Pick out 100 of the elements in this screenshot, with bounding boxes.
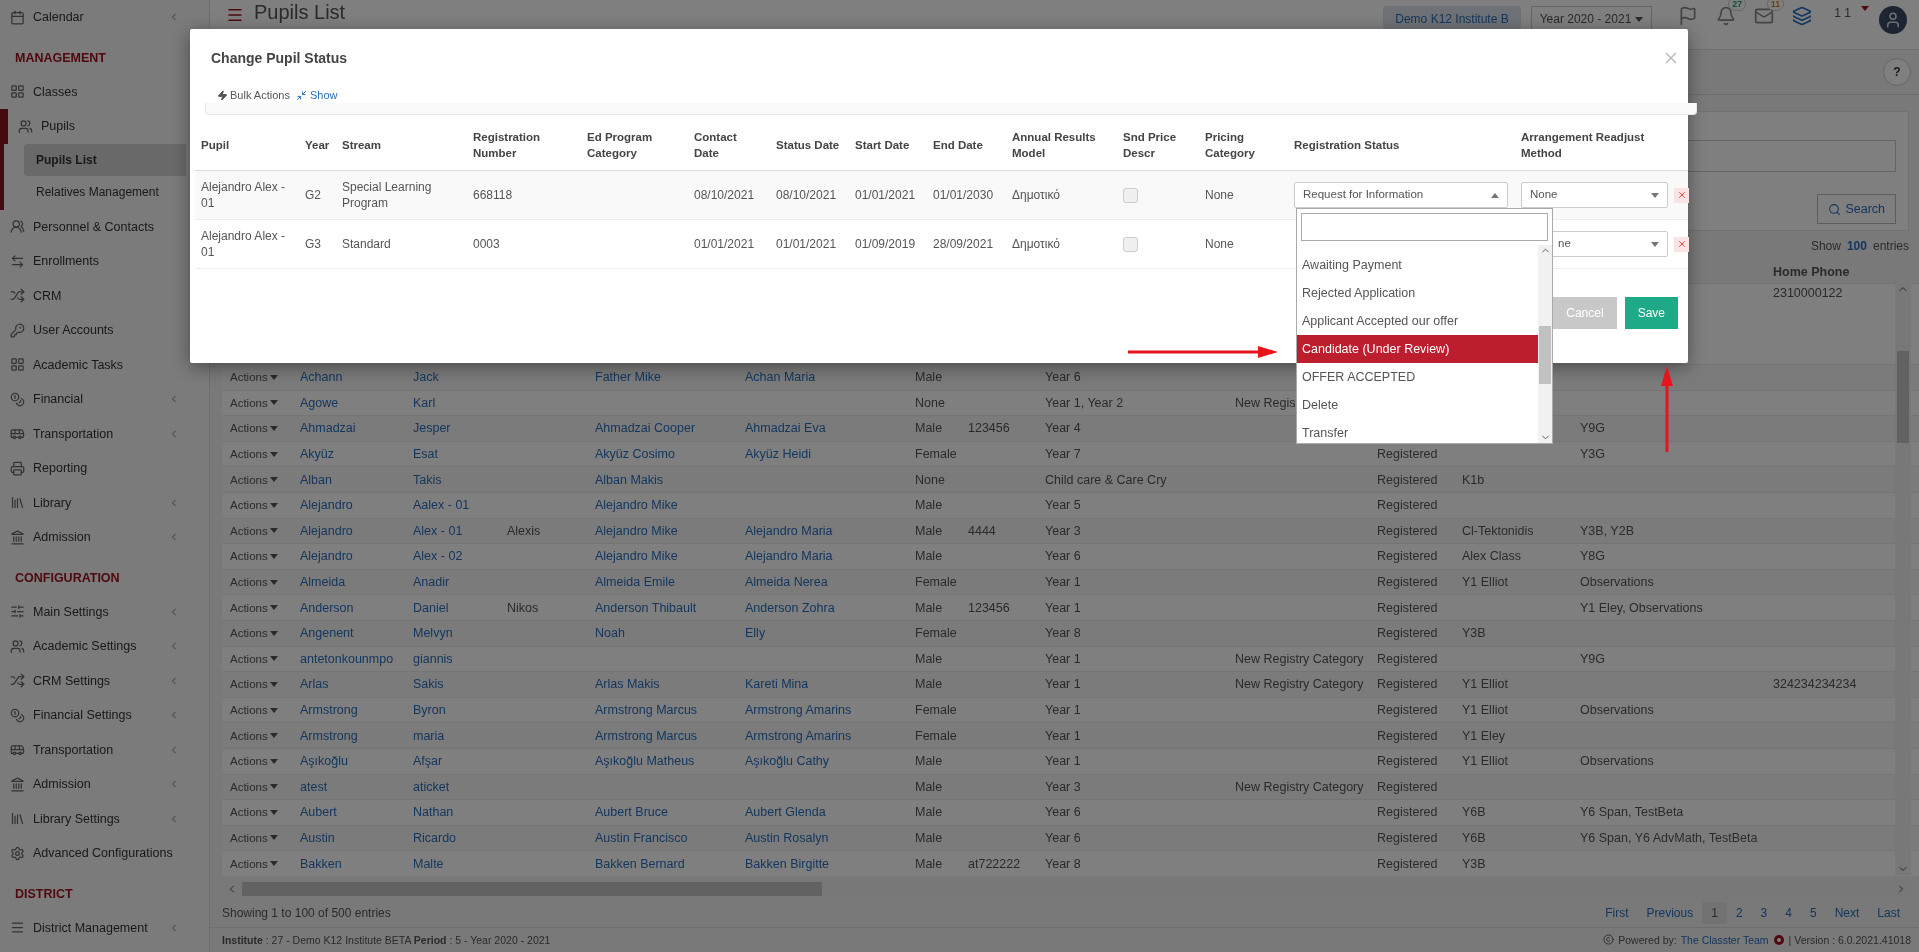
table-link[interactable]: Noah <box>595 626 625 641</box>
scrollbar[interactable] <box>1538 245 1552 443</box>
table-link[interactable]: Takis <box>413 472 442 487</box>
table-link[interactable]: Arlas <box>300 677 329 692</box>
table-link[interactable]: Aubert Bruce <box>595 805 668 820</box>
table-link[interactable]: Armstrong <box>300 703 358 717</box>
table-link[interactable]: giannis <box>413 651 453 666</box>
table-link[interactable]: Achan Maria <box>745 370 816 385</box>
table-link[interactable]: Alex - 01 <box>413 523 463 538</box>
table-link[interactable]: Alejandro <box>300 498 353 513</box>
table-link[interactable]: Aşıkoğlu Cathy <box>745 754 830 769</box>
sidebar-item[interactable]: Transportation <box>0 732 186 767</box>
sidebar-subitem[interactable]: Relatives Management <box>24 175 186 208</box>
team-link[interactable]: The Classter Team <box>1680 933 1769 946</box>
table-link[interactable]: Anderson <box>300 600 354 615</box>
institute-button[interactable]: Demo K12 Institute B <box>1383 6 1521 32</box>
table-link[interactable]: Alejandro Mike <box>595 498 678 513</box>
actions-button[interactable]: Actions <box>230 499 278 512</box>
table-link[interactable]: Sakis <box>413 677 444 692</box>
actions-button[interactable]: Actions <box>230 576 278 589</box>
table-link[interactable]: Anderson Zohra <box>745 600 835 615</box>
flag-icon[interactable] <box>1678 6 1699 26</box>
page-link[interactable]: 2 <box>1726 902 1752 925</box>
dropdown-search-field[interactable] <box>1301 213 1548 241</box>
table-link[interactable]: Akyüz <box>300 447 335 462</box>
table-link[interactable]: Esat <box>413 447 438 462</box>
table-link[interactable]: Alejandro Maria <box>745 523 833 538</box>
sidebar-item[interactable]: Financial Settings <box>0 698 186 733</box>
table-link[interactable]: Nathan <box>413 805 454 820</box>
sidebar-item[interactable]: Financial <box>0 382 186 417</box>
table-link[interactable]: Angenent <box>300 626 354 641</box>
table-link[interactable]: Achann <box>300 370 343 385</box>
status-select[interactable]: Request for Information <box>1294 182 1508 208</box>
scrollbar-thumb[interactable] <box>1539 326 1551 384</box>
actions-button[interactable]: Actions <box>230 473 278 486</box>
table-link[interactable]: Armstrong Marcus <box>595 703 698 717</box>
table-link[interactable]: Austin <box>300 831 335 845</box>
table-link[interactable]: Alejandro <box>300 549 353 564</box>
sidebar-item[interactable]: Advanced Configurations <box>0 836 186 871</box>
table-link[interactable]: Aubert <box>300 805 337 820</box>
table-link[interactable]: Jesper <box>413 421 451 436</box>
table-link[interactable]: maria <box>413 728 445 743</box>
dropdown-option[interactable]: OFFER ACCEPTED <box>1297 363 1538 391</box>
table-link[interactable]: Ahmadzai Cooper <box>595 421 696 436</box>
sidebar-item[interactable]: CRM Settings <box>0 663 186 698</box>
page-link[interactable]: First <box>1596 902 1638 925</box>
page-size-select[interactable]: 100 <box>1846 239 1867 253</box>
table-link[interactable]: Alejandro <box>300 523 353 538</box>
table-link[interactable]: Bakken Bernard <box>595 856 685 871</box>
table-link[interactable]: Austin Rosalyn <box>745 831 829 845</box>
table-link[interactable]: Ricardo <box>413 831 457 845</box>
table-link[interactable]: Akyüz Heidi <box>745 447 811 462</box>
table-link[interactable]: Agowe <box>300 395 339 410</box>
table-link[interactable]: Alejandro Maria <box>745 549 833 564</box>
actions-button[interactable]: Actions <box>230 396 278 409</box>
table-link[interactable]: Father Mike <box>595 370 661 385</box>
dropdown-option[interactable]: Transfer <box>1297 419 1538 443</box>
actions-button[interactable]: Actions <box>230 448 278 461</box>
table-link[interactable]: Aalex - 01 <box>413 498 470 513</box>
sidebar-item[interactable]: Reporting <box>0 451 186 486</box>
table-link[interactable]: Byron <box>413 703 446 717</box>
page-link[interactable]: 4 <box>1776 902 1801 925</box>
page-link[interactable]: Last <box>1868 902 1909 925</box>
actions-button[interactable]: Actions <box>230 371 278 384</box>
avatar[interactable] <box>1879 6 1907 34</box>
sidebar-item[interactable]: CRM <box>0 278 186 313</box>
table-link[interactable]: Akyüz Cosimo <box>595 447 675 462</box>
table-link[interactable]: Jack <box>413 370 439 385</box>
save-button[interactable]: Save <box>1624 297 1678 329</box>
page-link[interactable]: 3 <box>1751 902 1777 925</box>
table-link[interactable]: Afşar <box>413 754 443 769</box>
layers-icon[interactable] <box>1792 6 1813 26</box>
actions-button[interactable]: Actions <box>230 550 278 563</box>
table-link[interactable]: Armstrong Amarins <box>745 703 852 717</box>
checkbox[interactable] <box>1123 236 1138 252</box>
actions-button[interactable]: Actions <box>230 422 278 435</box>
actions-button[interactable]: Actions <box>230 704 278 716</box>
sidebar-item[interactable]: District Management <box>0 910 186 945</box>
table-link[interactable]: Austin Francisco <box>595 831 688 845</box>
sidebar-subitem[interactable]: Pupils List <box>24 143 186 176</box>
checkbox[interactable] <box>1123 187 1138 203</box>
table-link[interactable]: Bakken Birgitte <box>745 856 830 871</box>
actions-button[interactable]: Actions <box>230 678 278 691</box>
actions-button[interactable]: Actions <box>230 780 278 793</box>
sidebar-item[interactable]: Academic Settings <box>0 629 186 664</box>
table-link[interactable]: Almeida <box>300 575 346 590</box>
actions-button[interactable]: Actions <box>230 755 278 768</box>
sidebar-item[interactable]: Classes <box>0 74 186 109</box>
table-link[interactable]: Daniel <box>413 600 449 615</box>
table-link[interactable]: Armstrong <box>300 728 358 743</box>
actions-button[interactable]: Actions <box>230 601 278 614</box>
dropdown-option[interactable]: Candidate (Under Review) <box>1297 335 1538 363</box>
table-link[interactable]: Arlas Makis <box>595 677 660 692</box>
table-link[interactable]: aticket <box>413 779 450 794</box>
actions-button[interactable]: Actions <box>230 857 278 870</box>
table-link[interactable]: Anadir <box>413 575 450 590</box>
table-link[interactable]: Armstrong Marcus <box>595 728 698 743</box>
table-link[interactable]: Almeida Nerea <box>745 575 828 590</box>
show-link[interactable]: Show <box>295 89 338 101</box>
table-link[interactable]: Ahmadzai Eva <box>745 421 826 436</box>
